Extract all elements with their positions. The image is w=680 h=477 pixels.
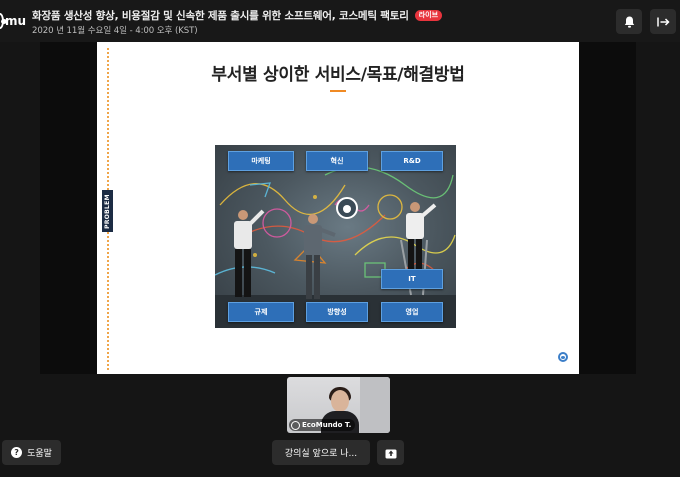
- participant-name-tag: EcoMundo T.: [289, 419, 356, 431]
- label-rnd: R&D: [381, 151, 443, 171]
- chalkboard-art: [215, 166, 456, 328]
- question-icon: ?: [11, 447, 23, 458]
- label-innovation: 혁신: [306, 151, 368, 171]
- live-badge: 라이브: [414, 10, 443, 21]
- app-logo[interactable]: mu: [0, 8, 26, 34]
- label-it: IT: [381, 269, 443, 289]
- slide-logo-icon: [558, 352, 568, 362]
- logo-mark-icon: [0, 13, 7, 29]
- event-title: 화장품 생산성 향상, 비용절감 및 신속한 제품 출시를 위한 소프트웨어, …: [32, 10, 409, 22]
- bell-icon: [624, 16, 634, 28]
- slide: PROBLEM 부서별 상이한 서비스/목표/해결방법 마케팅 혁신 R&D I…: [97, 42, 579, 374]
- label-direction: 방향성: [306, 302, 368, 322]
- label-sales: 영업: [381, 302, 443, 322]
- title-row: 화장품 생산성 향상, 비용절감 및 신속한 제품 출시를 위한 소프트웨어, …: [32, 8, 443, 23]
- presenter-face: [331, 390, 349, 412]
- slide-illustration: 마케팅 혁신 R&D IT 규제 방향성 영업: [215, 145, 456, 328]
- help-label: 도움말: [27, 449, 52, 459]
- participant-video-tile[interactable]: EcoMundo T.: [287, 377, 390, 433]
- help-button[interactable]: ? 도움말: [2, 440, 61, 465]
- label-marketing: 마케팅: [228, 151, 294, 171]
- exit-button[interactable]: [650, 9, 676, 34]
- label-regulation: 규제: [228, 302, 294, 322]
- problem-tag-text: PROBLEM: [104, 193, 111, 229]
- go-to-front-button[interactable]: 강의실 앞으로 나...: [272, 440, 370, 465]
- title-underline: [330, 90, 346, 92]
- presentation-stage: PROBLEM 부서별 상이한 서비스/목표/해결방법 마케팅 혁신 R&D I…: [40, 42, 636, 374]
- logo-text: mu: [4, 14, 26, 28]
- top-header: mu 화장품 생산성 향상, 비용절감 및 신속한 제품 출시를 위한 소프트웨…: [0, 0, 680, 42]
- participant-name: EcoMundo T.: [302, 421, 352, 429]
- event-date: 2020 년 11월 수요일 4일 - 4:00 오후 (KST): [32, 26, 198, 36]
- notification-button[interactable]: [616, 9, 642, 34]
- screen-share-button[interactable]: [377, 440, 404, 465]
- exit-arrow-icon: [656, 17, 670, 26]
- participant-logo-icon: [291, 420, 300, 430]
- problem-side-tag: PROBLEM: [102, 190, 113, 232]
- slide-title: 부서별 상이한 서비스/목표/해결방법: [211, 65, 465, 85]
- screen-share-icon: [385, 449, 396, 458]
- video-background: [360, 377, 390, 433]
